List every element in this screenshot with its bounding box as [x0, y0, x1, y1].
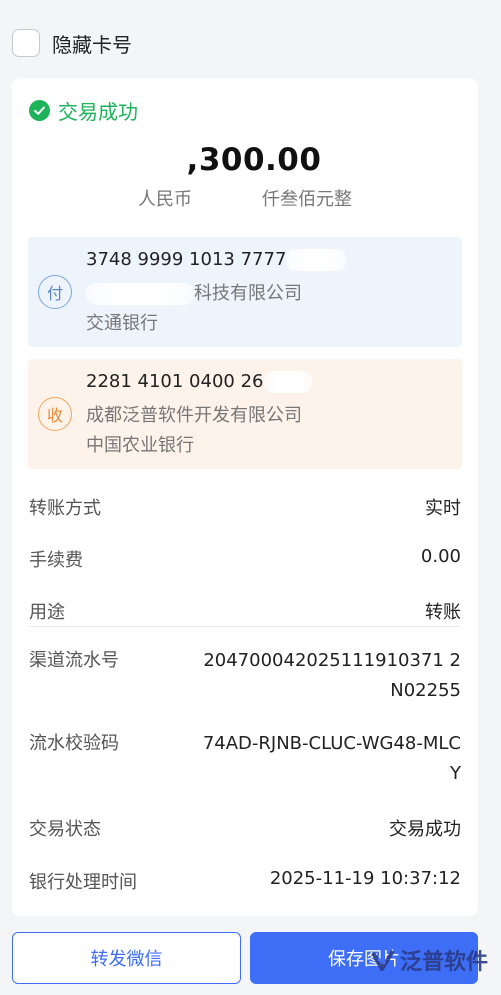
amount-words-suffix: 仟叁佰元整 [262, 189, 352, 210]
watermark-text: 泛普软件 [400, 950, 489, 975]
detail-value: 0.00 [420, 546, 461, 567]
amount-value: ,300.00 [186, 142, 322, 178]
detail-label: 手续费 [29, 550, 83, 571]
payee-name: 成都泛普软件开发有限公司 [86, 405, 302, 426]
amount-in-words: 人民币 仟叁佰元整 [12, 185, 478, 211]
payee-account-number: 2281 4101 0400 26 [86, 371, 264, 392]
amount-words-prefix: 人民币 [138, 189, 192, 210]
detail-label: 流水校验码 [29, 733, 119, 754]
payer-name: 科技有限公司 [86, 279, 302, 305]
detail-row-bank-process-time: 银行处理时间 2025-11-19 10:37:12 [29, 868, 461, 894]
detail-value: 204700042025111910371 2N02255 [203, 650, 461, 701]
detail-value: 74AD-RJNB-CLUC-WG48-MLCY [202, 733, 461, 784]
hide-card-number-toggle[interactable]: 隐藏卡号 [12, 26, 132, 60]
detail-label: 用途 [29, 602, 65, 623]
watermark-logo-icon [371, 949, 395, 971]
detail-row-fee: 手续费 0.00 [29, 546, 461, 572]
detail-value: 转账 [425, 602, 461, 623]
watermark: 泛普软件 [370, 944, 488, 976]
transaction-status: 交易成功 [29, 96, 138, 125]
detail-row-serial-check-code: 流水校验码 74AD-RJNB-CLUC-WG48-MLCY [29, 729, 461, 789]
payer-bank: 交通银行 [86, 313, 158, 334]
detail-label: 转账方式 [29, 498, 101, 519]
detail-row-purpose: 用途 转账 [29, 598, 461, 624]
transfer-amount: ,300.00 [12, 142, 478, 178]
payer-account: 3748 9999 1013 7777 [86, 249, 347, 271]
payee-panel: 收 2281 4101 0400 26 成都泛普软件开发有限公司 中国农业银行 [28, 359, 462, 469]
hide-card-checkbox[interactable] [12, 29, 40, 57]
payer-panel: 付 3748 9999 1013 7777 科技有限公司 交通银行 [28, 237, 462, 347]
detail-row-transfer-method: 转账方式 实时 [29, 494, 461, 520]
detail-label: 银行处理时间 [29, 872, 137, 893]
payer-name-suffix: 科技有限公司 [194, 283, 302, 304]
payee-account: 2281 4101 0400 26 [86, 371, 312, 393]
detail-row-channel-serial: 渠道流水号 204700042025111910371 2N02255 [29, 646, 461, 706]
hide-card-label: 隐藏卡号 [52, 32, 132, 57]
receipt-card: 交易成功 ,300.00 人民币 仟叁佰元整 付 3748 9999 1013 7… [12, 78, 478, 916]
payee-bank: 中国农业银行 [86, 435, 194, 456]
detail-label: 渠道流水号 [29, 650, 119, 671]
detail-value: 实时 [425, 498, 461, 519]
forward-wechat-button[interactable]: 转发微信 [12, 932, 241, 984]
check-circle-icon [29, 100, 50, 121]
detail-label: 交易状态 [29, 819, 101, 840]
detail-row-transaction-status: 交易状态 交易成功 [29, 815, 461, 841]
detail-value: 交易成功 [389, 819, 461, 840]
status-text: 交易成功 [58, 100, 138, 124]
detail-value: 2025-11-19 10:37:12 [269, 868, 461, 889]
payer-badge: 付 [38, 275, 72, 309]
payee-badge: 收 [38, 397, 72, 431]
payer-account-number: 3748 9999 1013 7777 [86, 249, 287, 270]
divider [29, 626, 461, 627]
